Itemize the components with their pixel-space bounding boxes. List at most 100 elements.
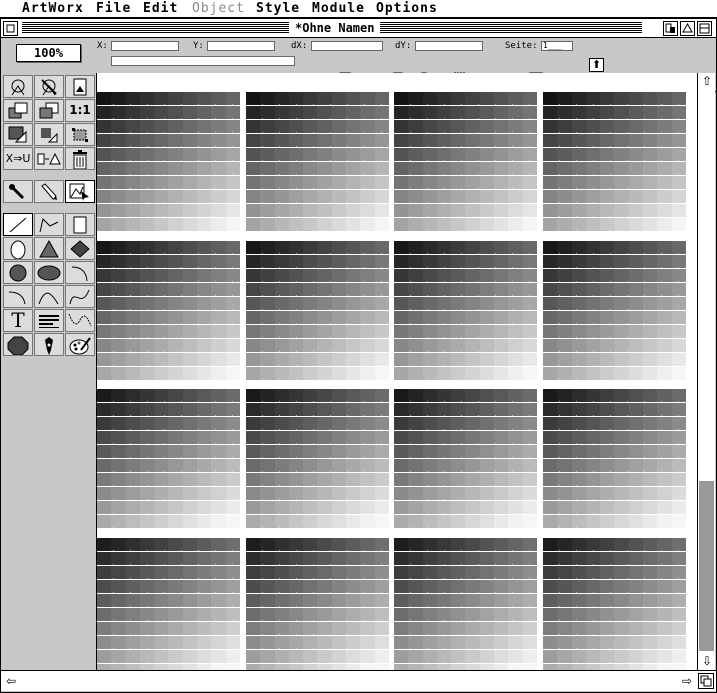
ellipse-filled-tool-icon[interactable] (3, 261, 33, 284)
gray-ramp-block[interactable] (246, 538, 389, 670)
gray-cell (225, 487, 240, 500)
gray-cell (394, 120, 409, 133)
pen-nib-tool-icon[interactable] (34, 333, 64, 356)
menu-file[interactable]: File (96, 1, 131, 17)
gray-ramp-strip (97, 367, 240, 380)
trash-icon[interactable] (65, 147, 95, 170)
horizontal-scrollbar[interactable]: ⇦ ⇨ (1, 670, 716, 691)
dx-field[interactable] (311, 41, 383, 51)
close-icon[interactable] (3, 21, 18, 36)
pipette-icon[interactable] (3, 180, 33, 203)
gray-ramp-block[interactable] (543, 389, 686, 531)
y-field[interactable] (207, 41, 275, 51)
group-icon[interactable] (3, 123, 33, 146)
line-tool-icon[interactable] (3, 213, 33, 236)
gray-cell (451, 204, 466, 217)
diamond-tool-icon[interactable] (65, 237, 95, 260)
gray-cell (657, 594, 672, 607)
gray-cell (97, 473, 112, 486)
curve-tool-icon[interactable] (34, 285, 64, 308)
pencil-icon[interactable] (34, 180, 64, 203)
page-up-arrow-icon[interactable]: ⬆ (589, 58, 604, 72)
gray-cell (154, 636, 169, 649)
polygon-tool-icon[interactable] (3, 333, 33, 356)
convert-icon[interactable]: X⇒U (3, 147, 33, 170)
circle-tool-icon[interactable] (3, 237, 33, 260)
menu-artworx[interactable]: ArtWorx (22, 1, 84, 17)
gray-ramp-block[interactable] (543, 92, 686, 234)
gray-cell (657, 353, 672, 366)
page-field[interactable]: 1___ (541, 41, 573, 51)
page-icon[interactable] (65, 75, 95, 98)
palette-brush-tool-icon[interactable] (65, 333, 95, 356)
to-back-icon[interactable] (3, 99, 33, 122)
gray-cell (451, 552, 466, 565)
gray-cell (125, 636, 140, 649)
menu-edit[interactable]: Edit (143, 1, 178, 17)
gray-ramp-block[interactable] (97, 538, 240, 670)
gray-cell (508, 92, 523, 105)
x-field[interactable] (111, 41, 179, 51)
text-tool-icon[interactable]: T (3, 309, 33, 332)
gray-cell (288, 515, 304, 528)
gray-cell (154, 311, 169, 324)
dy-field[interactable] (415, 41, 483, 51)
arc-tool-icon[interactable] (65, 261, 95, 284)
gray-ramp-block[interactable] (246, 241, 389, 383)
text-on-path-tool-icon[interactable] (65, 309, 95, 332)
text-block-tool-icon[interactable] (34, 309, 64, 332)
transform-icon[interactable] (34, 147, 64, 170)
triangle-tool-icon[interactable] (34, 237, 64, 260)
gray-cell (288, 417, 304, 430)
zoom-button[interactable]: 100% (16, 44, 81, 62)
polyline-tool-icon[interactable] (34, 213, 64, 236)
scroll-right-arrow-icon[interactable]: ⇨ (679, 673, 695, 689)
handles-icon[interactable] (65, 123, 95, 146)
gray-ramp-block[interactable] (246, 92, 389, 234)
menu-object[interactable]: Object (192, 1, 245, 17)
menu-style[interactable]: Style (256, 1, 300, 17)
gray-ramp-block[interactable] (394, 241, 537, 383)
deselect-icon[interactable] (34, 75, 64, 98)
one-to-one-icon[interactable]: 1:1 (65, 99, 95, 122)
rectangle-tool-icon[interactable] (65, 213, 95, 236)
gray-cell (571, 120, 586, 133)
gray-cell (436, 353, 452, 366)
gray-cell (125, 218, 140, 231)
gray-cell (394, 204, 409, 217)
scroll-left-arrow-icon[interactable]: ⇦ (3, 673, 19, 689)
vertical-scroll-thumb[interactable] (699, 481, 714, 651)
scroll-up-arrow-icon[interactable]: ⇧ (699, 73, 715, 89)
scroll-up-icon[interactable] (697, 21, 712, 36)
gray-cell (360, 622, 375, 635)
iconify-icon[interactable] (663, 21, 678, 36)
resize-icon[interactable] (698, 673, 714, 689)
vertical-scrollbar[interactable]: ⇧ ⇩ (697, 73, 715, 670)
bezier-tool-icon[interactable] (65, 285, 95, 308)
edit-points-icon[interactable] (65, 180, 95, 203)
gray-ramp-block[interactable] (97, 389, 240, 531)
drawing-canvas[interactable] (97, 73, 697, 670)
select-all-icon[interactable] (3, 75, 33, 98)
menu-options[interactable]: Options (376, 1, 438, 17)
gray-ramp-block[interactable] (394, 389, 537, 531)
title-bar[interactable]: *Ohne Namen (1, 19, 716, 38)
gray-ramp-block[interactable] (543, 241, 686, 383)
oval-tool-icon[interactable] (34, 261, 64, 284)
gray-ramp-block[interactable] (394, 538, 537, 670)
to-front-icon[interactable] (34, 99, 64, 122)
gray-cell (408, 459, 423, 472)
gray-ramp-block[interactable] (97, 241, 240, 383)
ungroup-icon[interactable] (34, 123, 64, 146)
scroll-down-arrow-icon[interactable]: ⇩ (699, 653, 715, 669)
full-icon[interactable] (680, 21, 695, 36)
gray-ramp-block[interactable] (543, 538, 686, 670)
arc-segment-tool-icon[interactable] (3, 285, 33, 308)
menu-module[interactable]: Module (312, 1, 365, 17)
gray-ramp-block[interactable] (246, 389, 389, 531)
gray-cell (657, 622, 672, 635)
gray-cell (111, 473, 126, 486)
gray-ramp-block[interactable] (97, 92, 240, 234)
gray-cell (614, 636, 629, 649)
gray-ramp-block[interactable] (394, 92, 537, 234)
